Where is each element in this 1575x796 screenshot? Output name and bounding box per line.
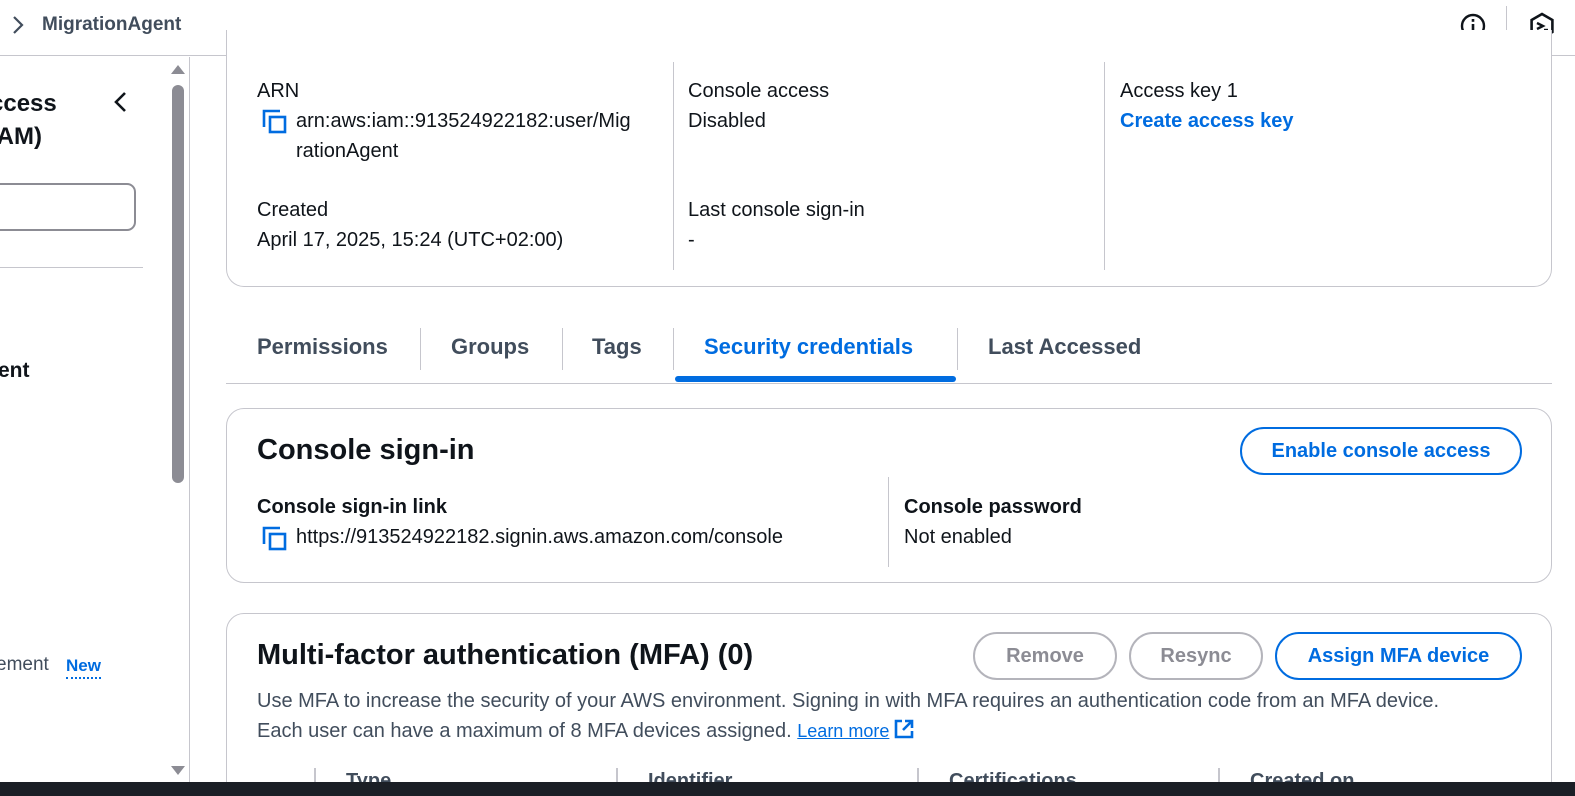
nav-title: ccess IAM): [0, 87, 57, 153]
nav-search-input[interactable]: [0, 183, 136, 231]
access-key-label: Access key 1: [1120, 80, 1238, 102]
copy-icon[interactable]: [262, 526, 288, 552]
signin-link-value: https://913524922182.signin.aws.amazon.c…: [296, 526, 783, 548]
assign-mfa-device-button[interactable]: Assign MFA device: [1275, 632, 1522, 680]
arn-value-line2: rationAgent: [296, 140, 399, 162]
tab-bar: Permissions Groups Tags Security credent…: [226, 320, 1552, 384]
mfa-description-line1: Use MFA to increase the security of your…: [257, 690, 1440, 712]
tab-security-credentials[interactable]: Security credentials: [704, 334, 913, 360]
summary-divider-2: [1104, 62, 1105, 270]
tab-tags[interactable]: Tags: [592, 334, 642, 360]
tab-separator: [420, 328, 421, 370]
mfa-card: Multi-factor authentication (MFA) (0) Re…: [226, 613, 1552, 796]
enable-console-access-button[interactable]: Enable console access: [1240, 427, 1522, 475]
last-signin-label: Last console sign-in: [688, 199, 865, 221]
tab-last-accessed[interactable]: Last Accessed: [988, 334, 1141, 360]
breadcrumb-current: MigrationAgent: [42, 14, 182, 35]
create-access-key-link[interactable]: Create access key: [1120, 106, 1293, 136]
console-password-label: Console password: [904, 496, 1082, 518]
scroll-down-arrow-icon[interactable]: [169, 764, 187, 778]
signin-link-label: Console sign-in link: [257, 496, 448, 518]
nav-title-line1: ccess: [0, 90, 57, 117]
arn-value-line1: arn:aws:iam::913524922182:user/Mig: [296, 110, 631, 132]
console-signin-title: Console sign-in: [257, 434, 475, 466]
last-signin-value: -: [688, 229, 695, 251]
nav-item-management[interactable]: ement: [0, 654, 49, 676]
mfa-description-line2-text: Each user can have a maximum of 8 MFA de…: [257, 720, 792, 742]
console-access-value: Disabled: [688, 110, 766, 132]
remove-button[interactable]: Remove: [973, 632, 1117, 680]
side-navigation: ccess IAM) ent ement New: [0, 57, 190, 782]
scrollbar-thumb[interactable]: [172, 85, 184, 483]
copy-icon[interactable]: [262, 109, 288, 135]
console-access-label: Console access: [688, 80, 830, 102]
taskbar-strip: [0, 782, 1575, 796]
summary-card: ARN arn:aws:iam::913524922182:user/Mig r…: [226, 30, 1552, 287]
mfa-description: Use MFA to increase the security of your…: [257, 686, 1547, 746]
chevron-right-icon: [13, 16, 24, 34]
tab-permissions[interactable]: Permissions: [257, 334, 388, 360]
created-value: April 17, 2025, 15:24 (UTC+02:00): [257, 229, 564, 251]
learn-more-link[interactable]: Learn more: [797, 721, 889, 741]
active-tab-indicator: [675, 376, 956, 382]
signin-divider: [888, 477, 889, 567]
new-badge: New: [66, 656, 101, 679]
chevron-left-icon[interactable]: [110, 89, 132, 115]
nav-item-user[interactable]: ent: [0, 359, 30, 383]
tab-separator: [673, 328, 674, 370]
summary-divider-1: [673, 62, 674, 270]
tab-separator: [562, 328, 563, 370]
tab-separator: [957, 328, 958, 370]
external-link-icon[interactable]: [893, 718, 915, 740]
mfa-title: Multi-factor authentication (MFA) (0): [257, 639, 754, 671]
tab-groups[interactable]: Groups: [451, 334, 529, 360]
created-label: Created: [257, 199, 329, 221]
arn-label: ARN: [257, 80, 300, 102]
nav-title-line2: IAM): [0, 123, 42, 150]
console-password-value: Not enabled: [904, 526, 1012, 548]
nav-divider: [0, 267, 143, 268]
mfa-description-line2: Each user can have a maximum of 8 MFA de…: [257, 716, 1547, 746]
scroll-up-arrow-icon[interactable]: [169, 62, 187, 76]
console-signin-card: Console sign-in Enable console access Co…: [226, 408, 1552, 583]
resync-button[interactable]: Resync: [1129, 632, 1263, 680]
